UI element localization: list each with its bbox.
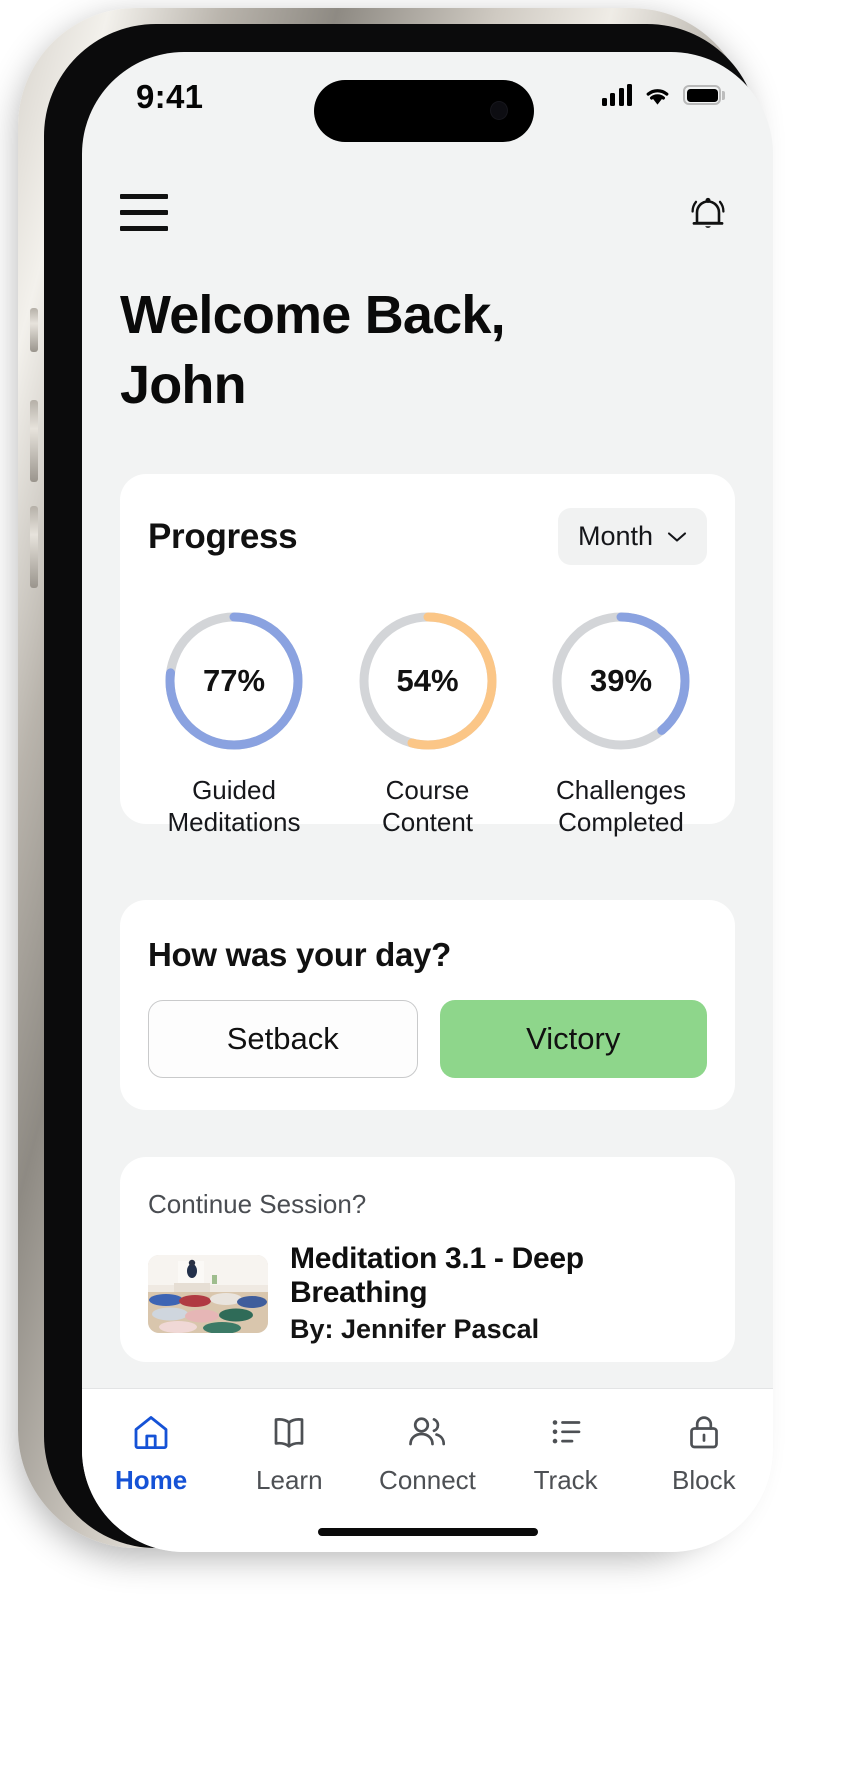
progress-label: Course Content [382, 775, 473, 838]
tab-label-learn: Learn [256, 1465, 323, 1495]
signal-bars-icon [601, 84, 632, 106]
list-checklist-icon [544, 1409, 588, 1455]
dynamic-island [314, 80, 534, 142]
progress-card-header: Progress Month [120, 474, 735, 565]
volume-up-button[interactable] [30, 400, 38, 482]
hamburger-menu-icon[interactable] [120, 192, 170, 232]
progress-label-line2: Completed [558, 806, 684, 837]
phone-screen: 9:41 Welcome Back, John Progress Month 7… [82, 52, 773, 1552]
mood-card-title: How was your day? [148, 936, 451, 973]
silent-switch[interactable] [30, 308, 38, 352]
people-icon [404, 1409, 450, 1455]
tab-home[interactable]: Home [91, 1409, 211, 1496]
home-icon [129, 1409, 173, 1455]
period-dropdown-value: Month [577, 521, 653, 551]
progress-card-title: Progress [148, 516, 298, 556]
status-bar-indicators [601, 84, 725, 106]
chevron-down-icon [667, 531, 687, 542]
progress-value: 54% [396, 663, 459, 698]
progress-value: 77% [202, 663, 266, 698]
page-title: Welcome Back, John [120, 280, 680, 420]
setback-button[interactable]: Setback [148, 1000, 418, 1078]
home-indicator[interactable] [317, 1528, 538, 1536]
volume-down-button[interactable] [30, 506, 38, 588]
progress-rings: 77% Guided Meditations 54% Course Conten… [120, 565, 735, 838]
page-title-line2: John [120, 355, 247, 416]
meditation-class-thumbnail[interactable] [148, 1254, 268, 1333]
bell-icon [691, 197, 725, 228]
progress-metric: 39% Challenges Completed [533, 607, 709, 838]
session-title: Meditation 3.1 - Deep Breathing [290, 1242, 584, 1309]
progress-metric: 77% Guided Meditations [146, 607, 322, 838]
donut-chart: 39% [547, 607, 695, 755]
notifications-button[interactable] [681, 185, 735, 239]
tab-learn[interactable]: Learn [229, 1409, 349, 1496]
battery-full-icon [683, 85, 725, 105]
progress-value: 39% [589, 663, 653, 698]
wifi-icon [646, 88, 669, 105]
lock-icon [682, 1409, 726, 1455]
tab-label-track: Track [533, 1465, 598, 1495]
page-title-line1: Welcome Back, [120, 285, 506, 345]
progress-label: Guided Meditations [168, 775, 301, 838]
tab-label-home: Home [114, 1465, 188, 1495]
tab-block[interactable]: Block [644, 1409, 764, 1496]
status-bar: 9:41 [82, 52, 773, 152]
continue-session-prompt: Continue Session? [148, 1189, 367, 1219]
phone-bezel: 9:41 Welcome Back, John Progress Month 7… [44, 24, 773, 1552]
mood-card: How was your day? Setback Victory [120, 900, 735, 1110]
tab-connect[interactable]: Connect [367, 1409, 487, 1496]
progress-label-line2: Content [381, 806, 474, 837]
mood-button-group: Setback Victory [120, 974, 735, 1078]
victory-button[interactable]: Victory [439, 1000, 707, 1078]
tab-track[interactable]: Track [506, 1409, 626, 1496]
screenshot-canvas: 9:41 Welcome Back, John Progress Month 7… [0, 0, 867, 1788]
app-header [82, 170, 773, 254]
progress-label-line1: Guided [192, 775, 276, 805]
continue-session-card: Continue Session? Meditation 3.1 - Deep … [120, 1157, 735, 1362]
progress-label: Challenges Completed [556, 775, 686, 838]
session-author: By: Jennifer Pascal [290, 1314, 540, 1344]
status-bar-time: 9:41 [136, 78, 204, 115]
tab-label-block: Block [672, 1465, 736, 1495]
tab-label-connect: Connect [379, 1465, 476, 1495]
progress-label-line2: Meditations [167, 806, 301, 837]
session-details: Meditation 3.1 - Deep Breathing By: Jenn… [290, 1242, 707, 1345]
period-dropdown[interactable]: Month [557, 508, 707, 565]
progress-metric: 54% Course Content [340, 607, 516, 838]
session-row[interactable]: Meditation 3.1 - Deep Breathing By: Jenn… [120, 1220, 735, 1345]
phone-frame: 9:41 Welcome Back, John Progress Month 7… [18, 8, 773, 1552]
donut-chart: 54% [354, 607, 502, 755]
book-open-icon [267, 1409, 311, 1455]
progress-label-line1: Course [385, 775, 470, 805]
progress-label-line1: Challenges [555, 775, 687, 805]
progress-card: Progress Month 77% Guided Meditations 54… [120, 474, 735, 837]
donut-chart: 77% [160, 607, 308, 755]
front-camera-icon [490, 101, 508, 120]
